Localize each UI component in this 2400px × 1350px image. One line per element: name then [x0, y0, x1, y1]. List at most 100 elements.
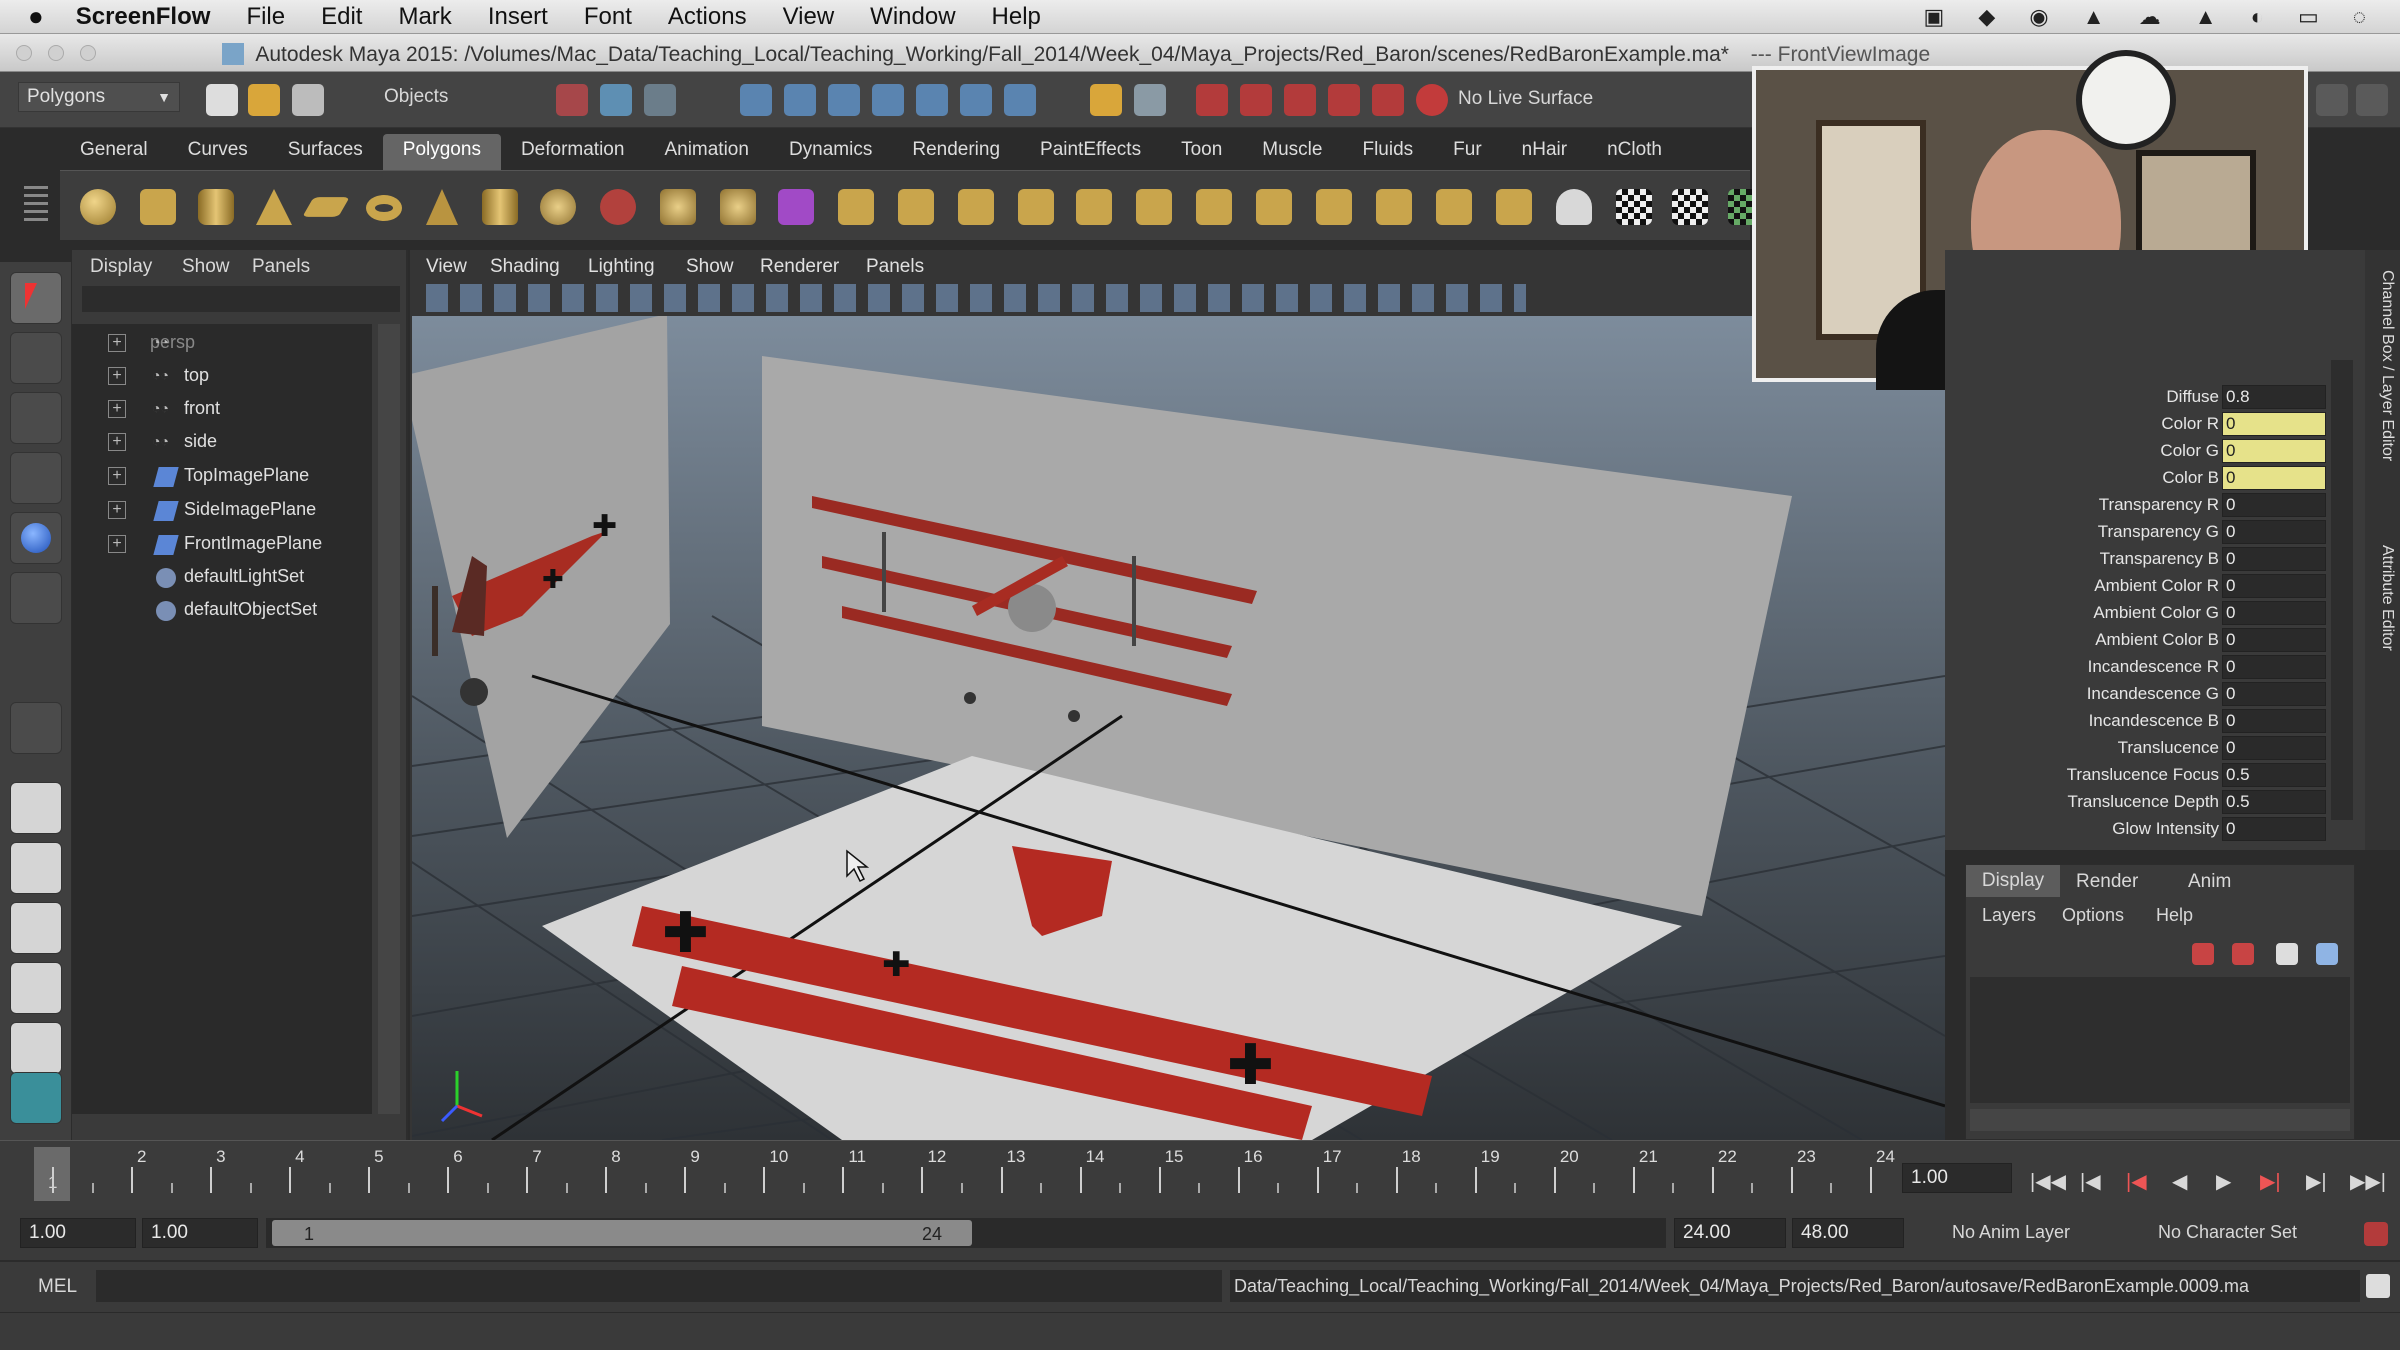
tab-animation[interactable]: Animation [644, 134, 769, 170]
two-pane-layout-icon[interactable] [10, 902, 62, 954]
tab-surfaces[interactable]: Surfaces [268, 134, 383, 170]
uv-checker-icon[interactable] [1616, 189, 1652, 225]
save-scene-icon[interactable] [292, 84, 324, 116]
menu-view[interactable]: View [765, 3, 853, 31]
expand-icon[interactable]: + [108, 501, 126, 519]
render-view-icon[interactable] [1372, 84, 1404, 116]
menu-file[interactable]: File [228, 3, 303, 31]
move-layer-down-icon[interactable] [2316, 943, 2338, 965]
side-tab-attribute-editor[interactable]: Attribute Editor [2368, 545, 2396, 695]
layer-menu-options[interactable]: Options [2062, 905, 2124, 926]
step-back-key-icon[interactable]: |◀ [2080, 1169, 2101, 1194]
outliner-scrollbar[interactable] [378, 324, 400, 1114]
layer-menu-help[interactable]: Help [2156, 905, 2193, 926]
selection-mode-dropdown[interactable]: Objects [360, 86, 448, 116]
tab-ncloth[interactable]: nCloth [1587, 134, 1682, 170]
poly-torus-icon[interactable] [366, 195, 402, 221]
outliner-item-sideimageplane[interactable]: SideImagePlane [184, 499, 316, 520]
offset-loop-icon[interactable] [1196, 189, 1232, 225]
last-tool-icon[interactable] [10, 702, 62, 754]
history-icon[interactable] [960, 84, 992, 116]
sculpt-icon[interactable] [1376, 189, 1412, 225]
move-tool-icon[interactable] [10, 452, 62, 504]
attr-value[interactable]: 0 [2222, 817, 2326, 841]
lasso-tool-icon[interactable] [10, 332, 62, 384]
attr-value[interactable]: 0 [2222, 520, 2326, 544]
go-to-end-icon[interactable]: ▶▶| [2350, 1169, 2386, 1194]
attr-value[interactable]: 0.5 [2222, 763, 2326, 787]
poly-prism-icon[interactable] [426, 189, 458, 225]
new-layer-icon[interactable] [2192, 943, 2214, 965]
tab-dynamics[interactable]: Dynamics [769, 134, 892, 170]
wedge-icon[interactable] [1316, 189, 1352, 225]
tab-toon[interactable]: Toon [1161, 134, 1242, 170]
reduce-icon[interactable] [1496, 189, 1532, 225]
shelf-options-icon[interactable] [24, 186, 48, 226]
new-layer-selected-icon[interactable] [2232, 943, 2254, 965]
perspective-viewport[interactable]: ✚ ✚ ✚ ✚ ✚ [412, 316, 1945, 1140]
bridge-icon[interactable] [958, 189, 994, 225]
paint-select-icon[interactable] [10, 392, 62, 444]
start-time-field[interactable]: 1.00 [20, 1218, 136, 1248]
command-input[interactable] [96, 1270, 1222, 1302]
attr-value[interactable]: 0 [2222, 466, 2326, 490]
end-time-field[interactable]: 48.00 [1792, 1218, 1904, 1248]
cone-tool-icon[interactable] [1556, 189, 1592, 225]
outliner-item-defaultobjectset[interactable]: defaultObjectSet [184, 599, 317, 620]
help-icon[interactable] [1004, 84, 1036, 116]
snap-grid-icon[interactable] [740, 84, 772, 116]
split-icon[interactable] [1076, 189, 1112, 225]
command-language-label[interactable]: MEL [38, 1276, 77, 1298]
tab-deformation[interactable]: Deformation [501, 134, 645, 170]
viewport-menu-renderer[interactable]: Renderer [760, 256, 839, 278]
new-scene-icon[interactable] [206, 84, 238, 116]
expand-icon[interactable]: + [108, 367, 126, 385]
ipr-render-icon[interactable] [1240, 84, 1272, 116]
menuset-dropdown[interactable]: Polygons ▼ [18, 82, 180, 112]
poke-icon[interactable] [1256, 189, 1292, 225]
expand-icon[interactable]: + [108, 433, 126, 451]
character-set-dropdown[interactable]: No Character Set [2124, 1222, 2344, 1243]
step-back-frame-icon[interactable]: |◀ [2126, 1169, 2147, 1194]
snap-curve-icon[interactable] [784, 84, 816, 116]
minimize-window-button[interactable] [47, 45, 64, 61]
tab-nhair[interactable]: nHair [1502, 134, 1587, 170]
menu-actions[interactable]: Actions [650, 3, 765, 31]
menu-insert[interactable]: Insert [470, 3, 566, 31]
outliner-item-side[interactable]: side [184, 431, 217, 452]
append-icon[interactable] [1018, 189, 1054, 225]
separate-icon[interactable] [660, 189, 696, 225]
magnet-icon[interactable] [1416, 84, 1448, 116]
combine-icon[interactable] [600, 189, 636, 225]
apple-icon[interactable]: ● [0, 1, 62, 32]
poly-plane-icon[interactable] [302, 197, 350, 217]
render-current-icon[interactable] [1196, 84, 1228, 116]
tab-fluids[interactable]: Fluids [1342, 134, 1433, 170]
viewport-menu-lighting[interactable]: Lighting [588, 256, 655, 278]
menu-edit[interactable]: Edit [303, 3, 380, 31]
close-window-button[interactable] [16, 45, 32, 61]
attr-value[interactable]: 0 [2222, 439, 2326, 463]
tab-painteffects[interactable]: PaintEffects [1020, 134, 1161, 170]
attr-value[interactable]: 0 [2222, 736, 2326, 760]
single-pane-layout-icon[interactable] [10, 782, 62, 834]
viewport-menu-view[interactable]: View [426, 256, 467, 278]
smooth-icon[interactable] [778, 189, 814, 225]
select-hierarchy-icon[interactable] [556, 84, 588, 116]
menu-mark[interactable]: Mark [380, 3, 469, 31]
hypergraph-layout-icon[interactable] [10, 1022, 62, 1074]
select-object-icon[interactable] [600, 84, 632, 116]
hypershade-icon[interactable] [1328, 84, 1360, 116]
merge-icon[interactable] [1436, 189, 1472, 225]
outliner-menu-display[interactable]: Display [90, 256, 152, 278]
snap-point-icon[interactable] [828, 84, 860, 116]
graph-editor-layout-icon[interactable] [10, 1072, 62, 1124]
poly-pipe-icon[interactable] [482, 189, 518, 225]
layer-tab-anim[interactable]: Anim [2188, 871, 2231, 893]
attr-value[interactable]: 0 [2222, 628, 2326, 652]
bevel-icon[interactable] [838, 189, 874, 225]
play-backward-icon[interactable]: ◀ [2172, 1169, 2187, 1194]
expand-icon[interactable]: + [108, 400, 126, 418]
step-forward-frame-icon[interactable]: ▶| [2260, 1169, 2281, 1194]
range-slider-handle[interactable] [272, 1220, 972, 1246]
